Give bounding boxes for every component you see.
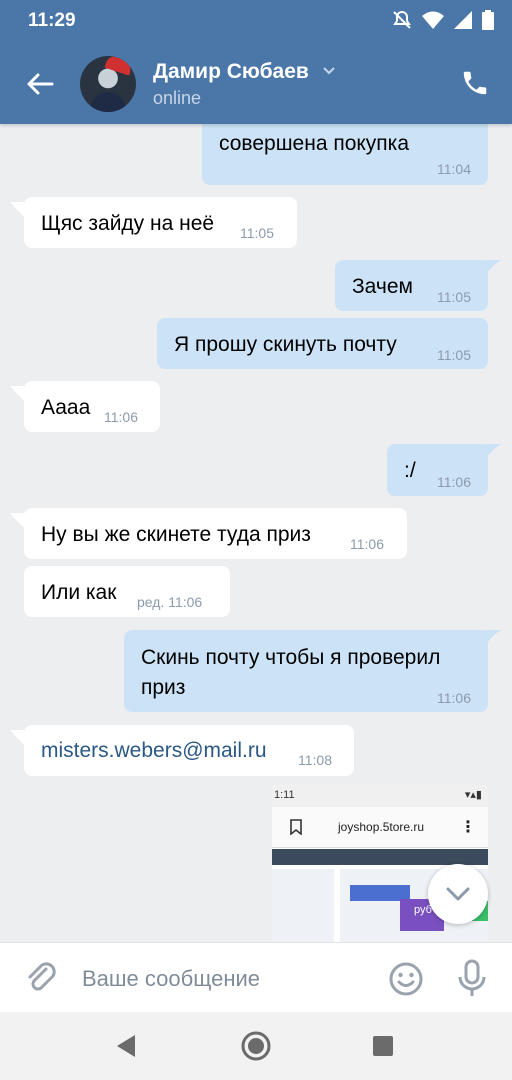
message-time: ред. 11:06 (137, 594, 203, 610)
message-time: 11:08 (298, 752, 332, 768)
status-icons (392, 10, 494, 30)
message-outgoing[interactable]: совершена покупка 11:04 (202, 124, 488, 185)
nav-back-icon[interactable] (111, 1030, 143, 1062)
message-incoming[interactable]: Ну вы же скинете туда приз 11:06 (24, 508, 407, 559)
message-outgoing[interactable]: Я прошу скинуть почту 11:05 (157, 318, 488, 369)
message-composer (0, 942, 512, 1013)
message-list[interactable]: совершена покупка 11:04 Щяс зайду на неё… (0, 124, 512, 942)
message-time: 11:06 (104, 409, 138, 425)
nav-home-icon[interactable] (240, 1030, 272, 1062)
message-time: 11:05 (437, 347, 471, 363)
mute-icon (393, 10, 411, 29)
message-time: 11:06 (437, 474, 471, 490)
message-text-line2: приз (141, 676, 186, 699)
message-time: 11:05 (240, 225, 274, 241)
status-time: 11:29 (28, 10, 76, 31)
message-text: Я прошу скинуть почту (174, 333, 397, 356)
message-input[interactable] (80, 961, 374, 997)
message-text: совершена покупка (219, 132, 410, 155)
phone-icon[interactable] (460, 68, 490, 98)
message-time: 11:04 (437, 161, 471, 177)
back-arrow-icon[interactable] (24, 68, 56, 100)
paperclip-icon[interactable] (24, 961, 58, 995)
message-text: Щяс зайду на неё (41, 212, 215, 235)
chevron-down-icon[interactable] (322, 64, 336, 78)
message-incoming[interactable]: Или как ред. 11:06 (24, 566, 230, 617)
attachment-status-bar: 1:11 ▾▴▮ (272, 785, 488, 807)
chat-header: Дамир Сюбаев online (0, 44, 512, 124)
message-time: 11:06 (350, 536, 384, 552)
bookmark-icon (290, 819, 302, 835)
avatar[interactable] (80, 56, 136, 112)
message-outgoing[interactable]: :/ 11:06 (387, 444, 488, 496)
chevron-down-icon (446, 887, 470, 901)
message-text: :/ (404, 459, 416, 482)
message-outgoing[interactable]: Зачем 11:05 (335, 260, 488, 311)
microphone-icon[interactable] (456, 959, 488, 997)
menu-dots-icon: ⋮ (460, 819, 476, 836)
message-incoming[interactable]: Щяс зайду на неё 11:05 (24, 197, 297, 248)
message-incoming[interactable]: Аааа 11:06 (24, 381, 160, 432)
attachment-time: 1:11 (274, 789, 295, 801)
message-text: Ну вы же скинете туда приз (41, 523, 311, 546)
message-time: 11:05 (437, 289, 471, 305)
message-text: Аааа (41, 396, 91, 419)
attachment-url-text: joyshop.5tore.ru (338, 820, 425, 834)
message-text: Зачем (352, 275, 413, 298)
contact-status: online (153, 88, 202, 108)
message-incoming[interactable]: misters.webers@mail.ru 11:08 (24, 725, 354, 776)
message-text: Или как (41, 581, 117, 604)
contact-name[interactable]: Дамир Сюбаев (153, 60, 309, 84)
wifi-icon (422, 11, 444, 29)
attachment-site-header (272, 849, 488, 865)
message-outgoing[interactable]: Скинь почту чтобы я проверил приз 11:06 (124, 630, 488, 712)
scroll-down-button[interactable] (428, 864, 488, 924)
attachment-status-icons: ▾▴▮ (464, 789, 482, 801)
message-text-line1: Скинь почту чтобы я проверил (141, 646, 441, 669)
nav-recents-icon[interactable] (367, 1030, 399, 1062)
attachment-panel (272, 869, 334, 942)
battery-icon (482, 10, 494, 30)
attachment-badge-text: руб (414, 904, 432, 916)
attachment-url-bar: joyshop.5tore.ru ⋮ (272, 807, 488, 848)
status-bar: 11:29 (0, 0, 512, 44)
system-nav-bar (0, 1012, 512, 1080)
emoji-icon[interactable] (388, 961, 424, 997)
signal-icon (454, 11, 472, 29)
email-link[interactable]: misters.webers@mail.ru (41, 739, 267, 763)
message-time: 11:06 (437, 690, 471, 706)
